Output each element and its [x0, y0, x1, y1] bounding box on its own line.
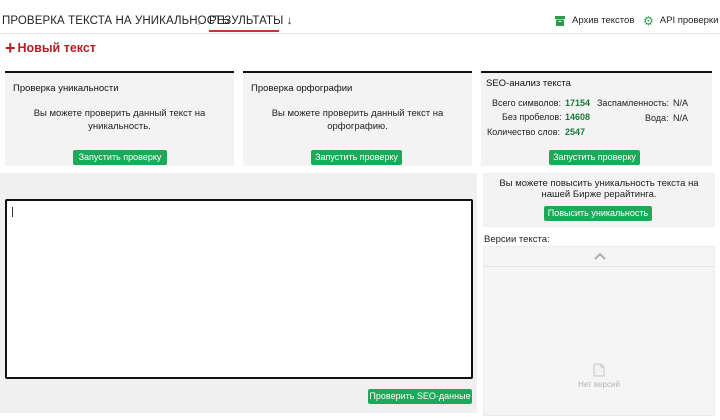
new-text-button[interactable]: + Новый текст: [5, 38, 96, 58]
archive-label: Архив текстов: [572, 15, 635, 26]
uniqueness-panel: Проверка уникальности Вы можете проверит…: [5, 71, 234, 166]
api-link[interactable]: ⚙ API проверки: [643, 13, 719, 28]
seo-water-value: N/A: [673, 113, 689, 123]
start-seo-check-button[interactable]: Запустить проверку: [549, 150, 640, 165]
archive-link[interactable]: Архив текстов: [555, 15, 634, 26]
seo-spam-value: N/A: [673, 98, 689, 108]
active-tab-underline: [209, 30, 279, 32]
spelling-panel: Проверка орфографии Вы можете проверить …: [243, 71, 472, 166]
archive-icon: [555, 15, 565, 26]
seo-spam-label: Заспамленность:: [597, 98, 670, 108]
uniqueness-panel-title: Проверка уникальности: [13, 83, 119, 94]
nav-results[interactable]: РЕЗУЛЬТАТЫ ↓: [209, 15, 293, 27]
increase-uniqueness-button[interactable]: Повысить уникальность: [544, 206, 652, 221]
breadcrumb-separator: ›: [197, 13, 202, 29]
start-uniqueness-check-button[interactable]: Запустить проверку: [73, 150, 167, 165]
top-nav: ПРОВЕРКА ТЕКСТА НА УНИКАЛЬНОСТЬ › РЕЗУЛЬ…: [0, 0, 720, 34]
start-spelling-check-button[interactable]: Запустить проверку: [311, 150, 402, 165]
spelling-panel-title: Проверка орфографии: [251, 83, 353, 94]
seo-word-count-value: 2547: [565, 127, 586, 137]
document-icon: [593, 363, 605, 377]
nav-check-uniqueness[interactable]: ПРОВЕРКА ТЕКСТА НА УНИКАЛЬНОСТЬ: [2, 15, 230, 27]
spelling-panel-text: Вы можете проверить данный текст на орфо…: [271, 108, 444, 132]
seo-panel-title: SEO-анализ текста: [486, 78, 571, 89]
versions-scroll-up[interactable]: [484, 247, 714, 267]
uniqueness-panel-text: Вы можете проверить данный текст на уник…: [33, 108, 206, 132]
api-label: API проверки: [659, 15, 719, 26]
check-seo-data-button[interactable]: Проверить SEO-данные: [368, 389, 472, 404]
versions-list: Нет версий: [483, 246, 715, 416]
text-caret: [12, 207, 13, 217]
seo-no-spaces-label: Без пробелов:: [502, 112, 562, 122]
plus-icon: +: [5, 38, 16, 58]
seo-water-label: Вода:: [645, 113, 669, 123]
rewrite-promo-text: Вы можете повысить уникальность текста н…: [499, 178, 699, 200]
seo-panel: SEO-анализ текста Всего символов: 17154 …: [481, 71, 712, 166]
seo-word-count-label: Количество слов:: [487, 127, 560, 137]
editor-area: Проверить SEO-данные: [0, 173, 477, 413]
gear-icon: ⚙: [643, 13, 654, 28]
seo-total-chars-label: Всего символов:: [492, 98, 561, 108]
no-versions-text: Нет версий: [578, 380, 620, 389]
seo-no-spaces-value: 14608: [565, 112, 591, 122]
text-editor[interactable]: [5, 199, 473, 379]
chevron-up-icon: [594, 252, 606, 260]
rewrite-promo-panel: Вы можете повысить уникальность текста н…: [483, 173, 715, 227]
versions-label: Версии текста:: [484, 234, 550, 245]
seo-total-chars-value: 17154: [565, 98, 591, 108]
new-text-label: Новый текст: [17, 41, 96, 55]
